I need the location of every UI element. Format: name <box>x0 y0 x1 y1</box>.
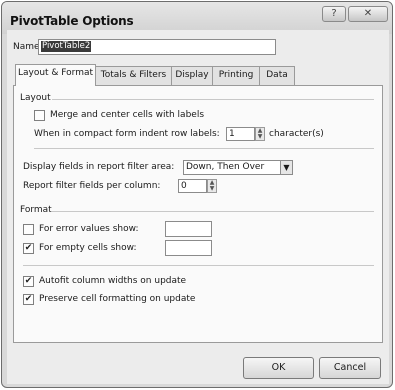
name-input-value: PivotTable2 <box>41 41 92 52</box>
dropdown-arrow-icon[interactable]: ▼ <box>280 160 293 175</box>
close-button[interactable]: ✕ <box>348 6 388 22</box>
indent-stepper[interactable]: ▲ ▼ <box>255 127 265 141</box>
tab-label: Data <box>266 70 288 80</box>
autofit-checkbox[interactable]: ✔ <box>23 276 34 287</box>
display-fields-label: Display fields in report filter area: <box>23 162 175 172</box>
tab-panel-layout-format: Layout Merge and center cells with label… <box>13 85 383 343</box>
help-button[interactable]: ? <box>322 6 346 22</box>
empty-cells-checkbox[interactable]: ✔ <box>23 243 34 254</box>
filter-fields-input[interactable]: 0 <box>178 179 207 193</box>
tab-layout-format[interactable]: Layout & Format <box>15 64 96 86</box>
indent-suffix: character(s) <box>269 129 324 139</box>
indent-label: When in compact form indent row labels: <box>34 129 220 139</box>
filter-fields-label: Report filter fields per column: <box>23 181 161 191</box>
close-icon: ✕ <box>363 8 373 19</box>
layout-separator <box>34 148 374 149</box>
filter-fields-stepper[interactable]: ▲ ▼ <box>207 179 217 193</box>
empty-cells-label: For empty cells show: <box>39 243 137 253</box>
tab-data[interactable]: Data <box>259 66 295 85</box>
tab-label: Layout & Format <box>17 68 94 78</box>
tab-label: Printing <box>218 70 254 80</box>
error-values-input[interactable] <box>165 221 212 237</box>
error-values-label: For error values show: <box>39 224 139 234</box>
tab-display[interactable]: Display <box>171 66 213 85</box>
format-group-title: Format <box>20 205 52 215</box>
indent-input[interactable]: 1 <box>226 127 255 141</box>
autofit-label: Autofit column widths on update <box>39 276 187 286</box>
preserve-formatting-checkbox[interactable]: ✔ <box>23 294 34 305</box>
merge-center-label: Merge and center cells with labels <box>50 110 205 120</box>
check-icon: ✔ <box>24 294 33 304</box>
pivottable-options-dialog: PivotTable Options ? ✕ Name: PivotTable2… <box>1 1 393 388</box>
layout-group-title: Layout <box>20 93 51 103</box>
display-fields-value: Down, Then Over <box>186 162 265 172</box>
cancel-button[interactable]: Cancel <box>319 357 381 379</box>
layout-divider <box>52 99 374 100</box>
ok-button[interactable]: OK <box>243 357 314 379</box>
tab-totals-filters[interactable]: Totals & Filters <box>95 66 172 85</box>
ok-label: OK <box>271 362 286 373</box>
filter-fields-value: 0 <box>181 181 187 191</box>
tab-label: Totals & Filters <box>100 70 167 80</box>
check-icon: ✔ <box>24 243 33 253</box>
display-fields-select[interactable]: Down, Then Over <box>183 160 281 175</box>
merge-center-checkbox[interactable] <box>34 110 45 121</box>
name-input[interactable]: PivotTable2 <box>38 39 276 55</box>
indent-value: 1 <box>229 129 235 139</box>
empty-cells-input[interactable] <box>165 240 212 256</box>
error-values-checkbox[interactable] <box>23 224 34 235</box>
tab-printing[interactable]: Printing <box>212 66 260 85</box>
check-icon: ✔ <box>24 276 33 286</box>
chevron-down-icon[interactable]: ▼ <box>208 186 216 192</box>
tab-label: Display <box>175 70 209 80</box>
cancel-label: Cancel <box>333 362 367 373</box>
dialog-title: PivotTable Options <box>10 14 134 28</box>
preserve-formatting-label: Preserve cell formatting on update <box>39 294 196 304</box>
format-divider <box>52 211 374 212</box>
help-icon: ? <box>331 8 337 19</box>
format-separator <box>23 265 374 266</box>
dialog-body: Name: PivotTable2 Totals & Filters Displ… <box>7 30 389 384</box>
chevron-down-icon[interactable]: ▼ <box>256 134 264 140</box>
